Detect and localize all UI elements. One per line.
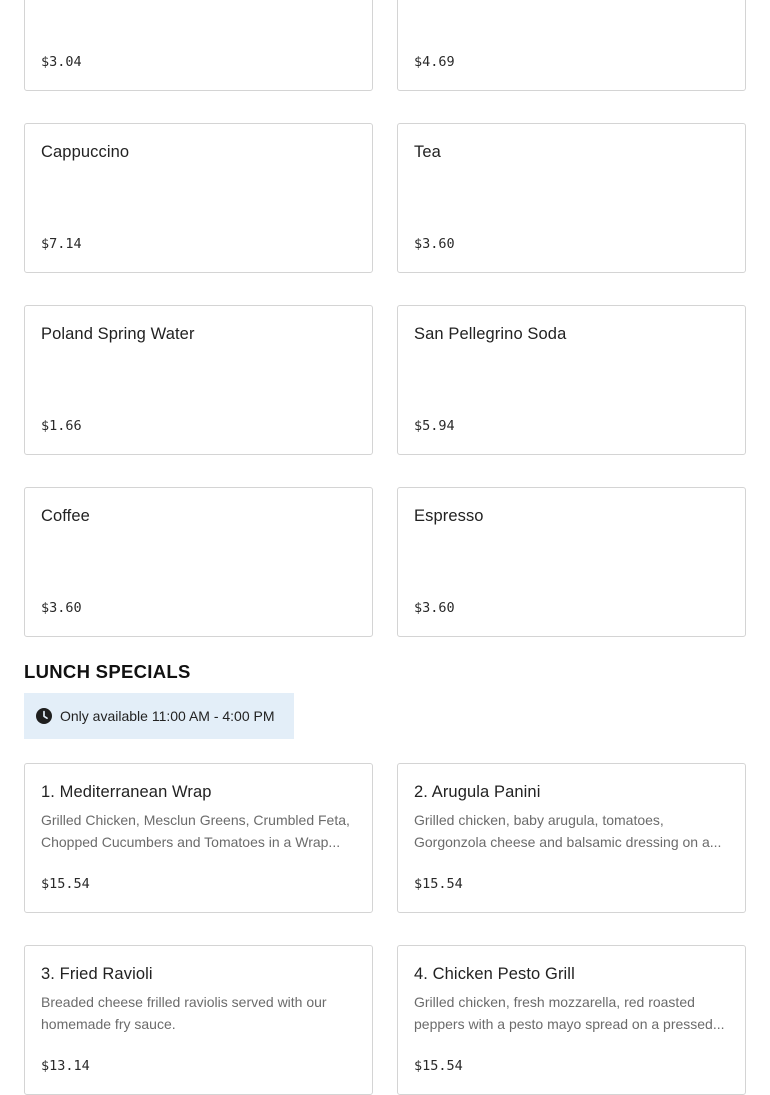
menu-item-price: $13.14 <box>41 1058 90 1074</box>
menu-item-name: Cappuccino <box>41 143 130 161</box>
menu-item-card[interactable]: Poland Spring Water $1.66 <box>24 305 373 455</box>
menu-item-card[interactable]: 4. Chicken Pesto Grill Grilled chicken, … <box>397 945 746 1095</box>
menu-item-price: $7.14 <box>41 236 82 252</box>
menu-item-name: San Pellegrino Soda <box>414 325 567 343</box>
menu-item-price: $15.54 <box>41 876 90 892</box>
menu-item-name: 1. Mediterranean Wrap <box>41 783 212 801</box>
menu-item-price: $4.69 <box>414 54 455 70</box>
menu-item-card[interactable]: Cappuccino $7.14 <box>24 123 373 273</box>
menu-item-card[interactable]: $3.04 <box>24 0 373 91</box>
menu-item-description: Grilled chicken, baby arugula, tomatoes,… <box>414 812 722 850</box>
menu-item-price: $3.60 <box>414 600 455 616</box>
menu-item-card[interactable]: $4.69 <box>397 0 746 91</box>
menu-item-card[interactable]: Coffee $3.60 <box>24 487 373 637</box>
menu-item-card[interactable]: Tea $3.60 <box>397 123 746 273</box>
menu-item-card[interactable]: 2. Arugula Panini Grilled chicken, baby … <box>397 763 746 913</box>
menu-item-price: $15.54 <box>414 876 463 892</box>
menu-item-price: $3.60 <box>41 600 82 616</box>
menu-item-name: 3. Fried Ravioli <box>41 965 153 983</box>
menu-item-price: $1.66 <box>41 418 82 434</box>
menu-item-card[interactable]: 1. Mediterranean Wrap Grilled Chicken, M… <box>24 763 373 913</box>
menu-item-name: 4. Chicken Pesto Grill <box>414 965 575 983</box>
menu-item-price: $3.60 <box>414 236 455 252</box>
menu-item-description: Breaded cheese frilled raviolis served w… <box>41 994 327 1032</box>
menu-item-price: $15.54 <box>414 1058 463 1074</box>
availability-text: Only available 11:00 AM - 4:00 PM <box>60 708 275 724</box>
menu-item-name: Poland Spring Water <box>41 325 195 343</box>
menu-item-price: $5.94 <box>414 418 455 434</box>
menu-item-name: Espresso <box>414 507 484 525</box>
menu-item-name: Coffee <box>41 507 90 525</box>
menu-item-name: 2. Arugula Panini <box>414 783 541 801</box>
menu-item-name: Tea <box>414 143 441 161</box>
menu-item-description: Grilled chicken, fresh mozzarella, red r… <box>414 994 725 1032</box>
menu-item-card[interactable]: 3. Fried Ravioli Breaded cheese frilled … <box>24 945 373 1095</box>
clock-icon <box>36 708 52 724</box>
menu-item-price: $3.04 <box>41 54 82 70</box>
menu-item-card[interactable]: San Pellegrino Soda $5.94 <box>397 305 746 455</box>
menu-item-description: Grilled Chicken, Mesclun Greens, Crumble… <box>41 812 350 850</box>
menu-item-card[interactable]: Espresso $3.60 <box>397 487 746 637</box>
availability-banner: Only available 11:00 AM - 4:00 PM <box>24 693 294 739</box>
section-title: LUNCH SPECIALS <box>24 661 191 682</box>
